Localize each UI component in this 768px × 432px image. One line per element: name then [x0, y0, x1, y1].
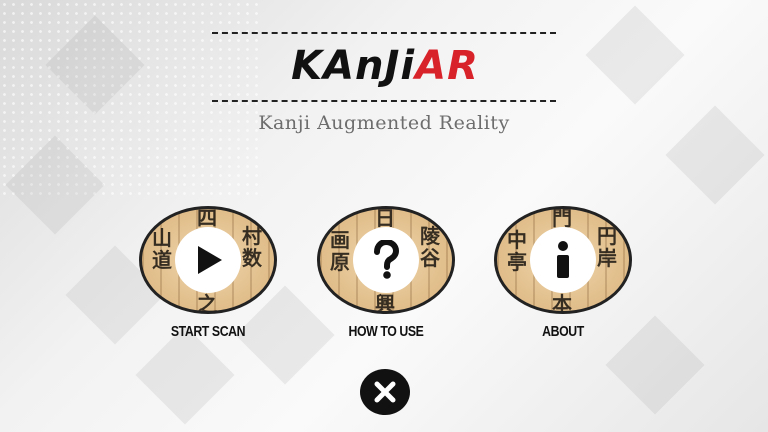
- start-scan-label: START SCAN: [170, 323, 246, 340]
- about-button[interactable]: 中亭 円岸 門 本: [494, 206, 632, 314]
- close-icon: [374, 381, 396, 403]
- info-icon-circle: [530, 227, 596, 293]
- logo-main-text: KAnJi: [291, 43, 416, 89]
- kanji-decoration: 円岸: [597, 224, 617, 270]
- logo-bottom-divider: [212, 100, 556, 102]
- kanji-decoration: 門: [552, 206, 572, 230]
- bg-tile: [135, 325, 235, 425]
- kanji-decoration: 陵谷: [420, 224, 440, 270]
- play-icon: [198, 246, 222, 274]
- app-subtitle: Kanji Augmented Reality: [258, 112, 510, 134]
- close-button[interactable]: [360, 369, 410, 415]
- kanji-decoration: 本: [552, 292, 572, 314]
- app-logo: KAnJiAR: [230, 40, 540, 92]
- kanji-decoration: 画原: [330, 228, 350, 274]
- kanji-decoration: 四: [197, 206, 217, 230]
- kanji-decoration: 之: [197, 292, 217, 314]
- how-to-use-label: HOW TO USE: [348, 323, 424, 340]
- start-scan-button[interactable]: 山道 村数 四 之: [139, 206, 277, 314]
- how-to-use-button[interactable]: 画原 陵谷 日 興: [317, 206, 455, 314]
- bg-tile: [665, 105, 765, 205]
- play-icon-circle: [175, 227, 241, 293]
- kanji-decoration: 興: [375, 292, 395, 314]
- question-icon: [374, 240, 400, 279]
- kanji-decoration: 村数: [242, 224, 262, 270]
- kanji-decoration: 中亭: [507, 228, 527, 274]
- kanji-decoration: 日: [375, 206, 395, 230]
- bg-tile: [585, 5, 685, 105]
- logo-accent-text: AR: [415, 43, 479, 89]
- info-icon: [557, 241, 569, 278]
- logo-top-divider: [212, 32, 556, 34]
- question-icon-circle: [353, 227, 419, 293]
- kanji-decoration: 山道: [152, 226, 172, 272]
- about-label: ABOUT: [542, 323, 584, 340]
